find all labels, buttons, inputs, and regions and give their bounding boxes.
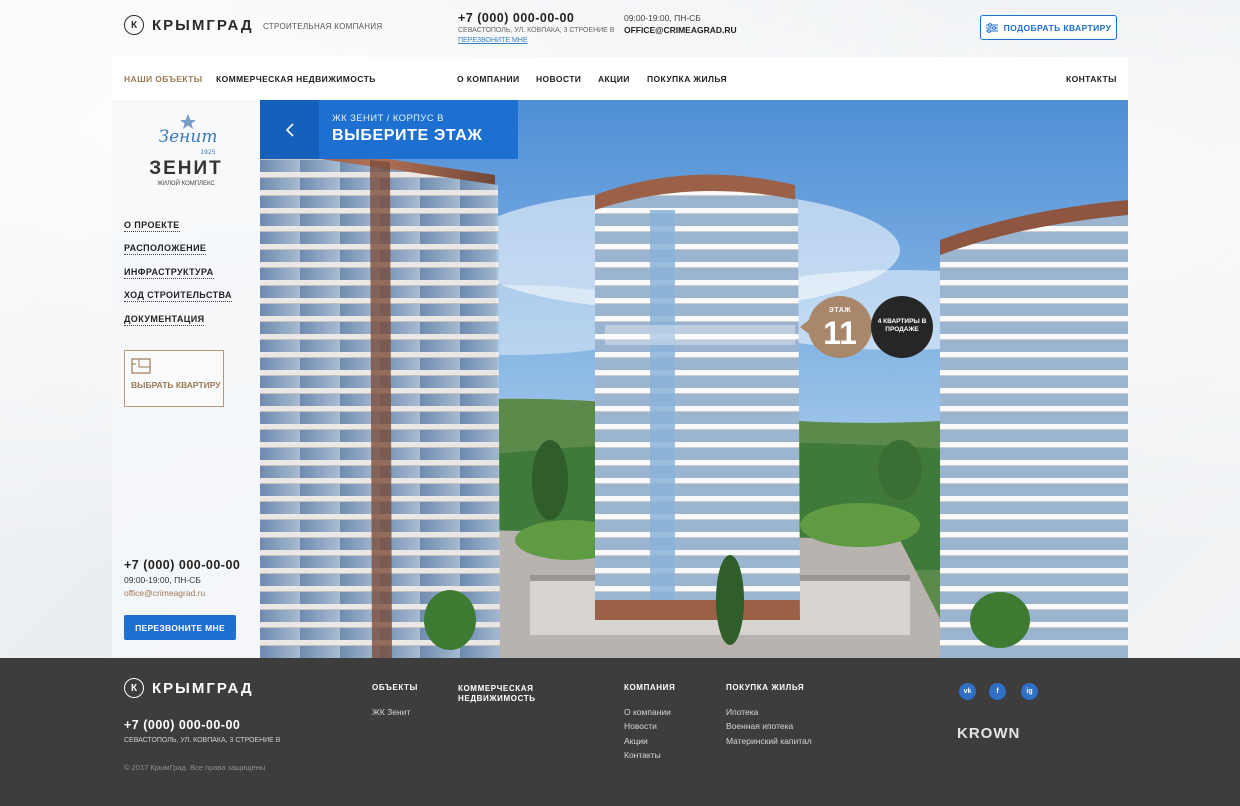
nav-buying[interactable]: ПОКУПКА ЖИЛЬЯ xyxy=(647,74,727,84)
sidebar-email[interactable]: office@crimeagrad.ru xyxy=(124,588,205,598)
complex-subtitle: жилой комплекс xyxy=(157,181,215,187)
breadcrumb[interactable]: ЖК ЗЕНИТ / КОРПУС В xyxy=(332,113,444,124)
footer-brand-logo[interactable]: К КРЫМГРАД xyxy=(124,678,254,698)
footer-phone[interactable]: +7 (000) 000-00-00 xyxy=(124,718,240,732)
floor-label: ЭТАЖ xyxy=(828,307,852,314)
page-title-bar: ЖК ЗЕНИТ / КОРПУС В ВЫБЕРИТЕ ЭТАЖ xyxy=(260,100,518,159)
top-header: К КРЫМГРАД СТРОИТЕЛЬНАЯ КОМПАНИЯ +7 (000… xyxy=(0,0,1240,56)
nav-news[interactable]: НОВОСТИ xyxy=(536,74,581,84)
sidebar-link-about-project[interactable]: О ПРОЕКТЕ xyxy=(124,220,180,232)
page-title: ВЫБЕРИТЕ ЭТАЖ xyxy=(332,127,483,144)
main-nav: НАШИ ОБЪЕКТЫ КОММЕРЧЕСКАЯ НЕДВИЖИМОСТЬ О… xyxy=(112,57,1128,100)
brand-mark-icon: К xyxy=(124,15,144,35)
zenit-logo-word: Зенит xyxy=(159,127,218,147)
footer-link-zenit[interactable]: ЖК Зенит xyxy=(372,707,410,717)
project-sidebar: Зенит 1925 ЗЕНИТ жилой комплекс О ПРОЕКТ… xyxy=(112,100,260,658)
footer-heading-commercial-line1: КОММЕРЧЕСКАЯ xyxy=(458,684,534,693)
brand-tagline: СТРОИТЕЛЬНАЯ КОМПАНИЯ xyxy=(263,22,383,31)
footer-heading-buying: ПОКУПКА ЖИЛЬЯ xyxy=(726,683,805,692)
pick-apartment-button[interactable]: ПОДОБРАТЬ КВАРТИРУ xyxy=(980,15,1117,40)
header-phone[interactable]: +7 (000) 000-00-00 xyxy=(458,11,574,25)
vk-icon[interactable]: vk xyxy=(959,683,976,700)
footer-copyright: © 2017 КрымГрад. Все права защищены xyxy=(124,763,266,772)
sidebar-link-location[interactable]: РАСПОЛОЖЕНИЕ xyxy=(124,243,207,255)
footer-heading-commercial[interactable]: КОММЕРЧЕСКАЯ НЕДВИЖИМОСТЬ xyxy=(458,684,536,704)
sidebar-callback-button[interactable]: ПЕРЕЗВОНИТЕ МНЕ xyxy=(124,615,236,640)
floor-number: 11 xyxy=(823,315,857,351)
site-footer: К КРЫМГРАД +7 (000) 000-00-00 СЕВАСТОПОЛ… xyxy=(0,658,1240,806)
building-render-image xyxy=(260,100,1128,658)
brand-logo[interactable]: К КРЫМГРАД xyxy=(124,15,254,35)
footer-link-contacts[interactable]: Контакты xyxy=(624,750,661,760)
sidebar-phone[interactable]: +7 (000) 000-00-00 xyxy=(124,558,240,572)
brand-name: КРЫМГРАД xyxy=(152,16,254,34)
apartments-for-sale-badge: 4 КВАРТИРЫ В ПРОДАЖЕ xyxy=(871,296,933,358)
footer-link-about[interactable]: О компании xyxy=(624,707,671,717)
filter-sliders-icon xyxy=(985,22,998,33)
footer-link-promotions[interactable]: Акции xyxy=(624,736,648,746)
nav-commercial[interactable]: КОММЕРЧЕСКАЯ НЕДВИЖИМОСТЬ xyxy=(216,74,376,84)
header-address: СЕВАСТОПОЛЬ, УЛ. КОВПАКА, 3 СТРОЕНИЕ В xyxy=(458,27,615,34)
footer-brand-mark-icon: К xyxy=(124,678,144,698)
chevron-left-icon xyxy=(285,122,294,137)
pick-apartment-label: ПОДОБРАТЬ КВАРТИРУ xyxy=(1003,22,1112,33)
choose-apartment-label: ВЫБРАТЬ КВАРТИРУ xyxy=(131,380,221,390)
facebook-icon[interactable]: f xyxy=(989,683,1006,700)
sidebar-hours: 09:00-19:00, ПН-СБ xyxy=(124,575,201,585)
building-render[interactable] xyxy=(260,100,1128,658)
header-email[interactable]: OFFICE@CRIMEAGRAD.RU xyxy=(624,25,737,35)
footer-brand-name: КРЫМГРАД xyxy=(152,679,254,697)
partner-logo[interactable]: KROWN xyxy=(957,725,1020,742)
footer-link-mortgage[interactable]: Ипотека xyxy=(726,707,758,717)
footer-heading-commercial-line2: НЕДВИЖИМОСТЬ xyxy=(458,694,536,703)
nav-about[interactable]: О КОМПАНИИ xyxy=(457,74,519,84)
back-button[interactable] xyxy=(260,100,319,159)
footer-heading-company: КОМПАНИЯ xyxy=(624,683,676,692)
nav-promotions[interactable]: АКЦИИ xyxy=(598,74,630,84)
footer-link-military-mortgage[interactable]: Военная ипотека xyxy=(726,721,793,731)
sidebar-link-infrastructure[interactable]: ИНФРАСТРУКТУРА xyxy=(124,267,214,279)
instagram-icon[interactable]: ig xyxy=(1021,683,1038,700)
header-hours: 09:00-19:00, ПН-СБ xyxy=(624,13,701,23)
nav-contacts[interactable]: КОНТАКТЫ xyxy=(1066,74,1117,84)
zenit-logo-year: 1925 xyxy=(200,149,215,156)
footer-link-maternity-capital[interactable]: Материнский капитал xyxy=(726,736,812,746)
header-callback-link[interactable]: ПЕРЕЗВОНИТЕ МНЕ xyxy=(458,37,528,44)
floor-badge[interactable]: ЭТАЖ 11 xyxy=(800,296,872,358)
footer-address: СЕВАСТОПОЛЬ, УЛ. КОВПАКА, 3 СТРОЕНИЕ В xyxy=(124,737,281,744)
choose-apartment-button[interactable]: ВЫБРАТЬ КВАРТИРУ xyxy=(124,350,224,407)
footer-link-news[interactable]: Новости xyxy=(624,721,657,731)
sidebar-link-documents[interactable]: ДОКУМЕНТАЦИЯ xyxy=(124,314,205,326)
complex-title: ЗЕНИТ xyxy=(149,158,223,179)
zenit-logo-icon: Зенит 1925 xyxy=(159,114,218,156)
sidebar-link-construction[interactable]: ХОД СТРОИТЕЛЬСТВА xyxy=(124,290,232,302)
footer-heading-objects: ОБЪЕКТЫ xyxy=(372,683,418,692)
nav-our-objects[interactable]: НАШИ ОБЪЕКТЫ xyxy=(124,74,202,84)
floor-plan-icon xyxy=(131,358,151,374)
